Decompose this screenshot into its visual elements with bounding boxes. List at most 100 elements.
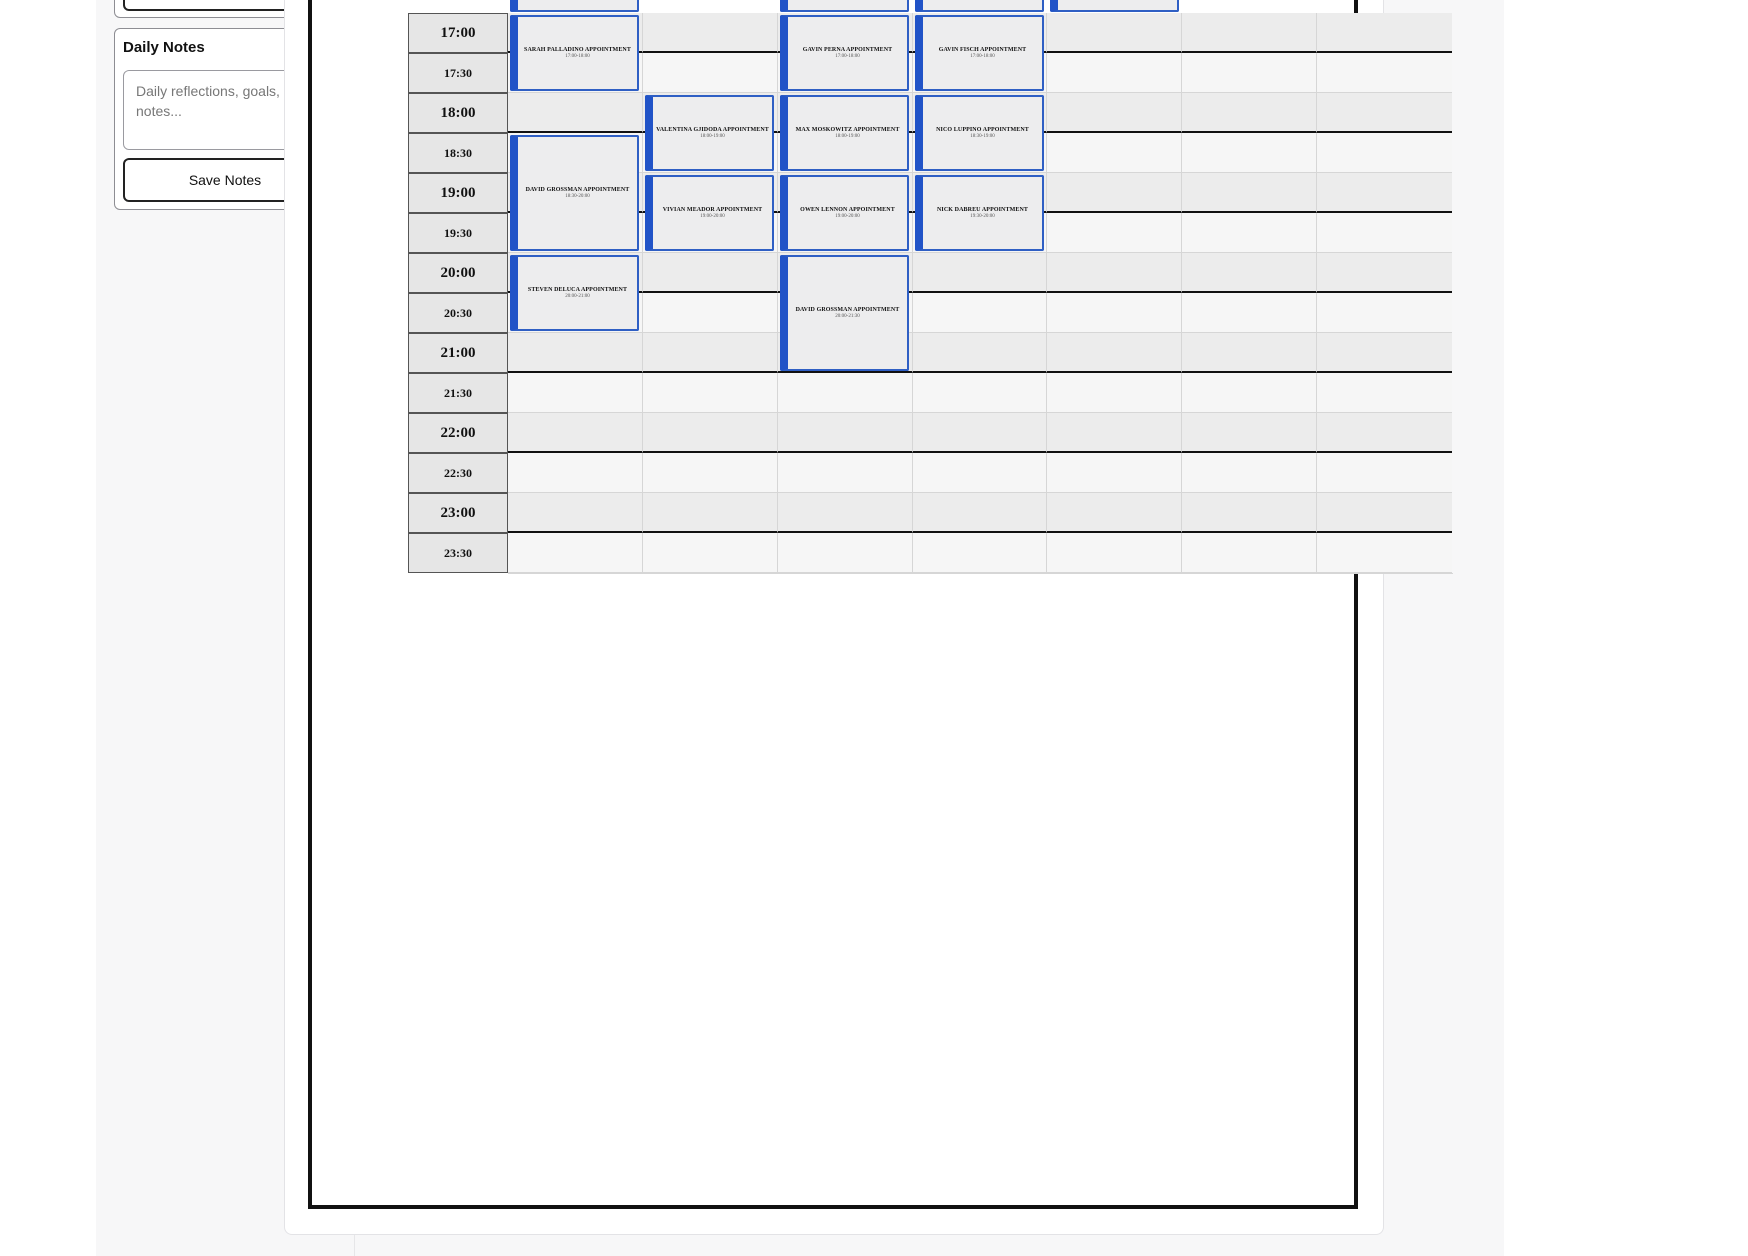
appointment-time: 18:00-19:00 <box>835 133 860 139</box>
appointment-event[interactable]: GAVIN FISCH APPOINTMENT 17:00-18:00 <box>915 15 1044 91</box>
time-row: 23:00 <box>408 493 1453 533</box>
calendar-slot[interactable] <box>507 453 643 493</box>
calendar-slot[interactable] <box>642 13 778 53</box>
appointment-event[interactable]: GAVIN PERNA APPOINTMENT 17:00-18:00 <box>780 15 909 91</box>
calendar-slot[interactable] <box>1317 493 1453 533</box>
appointment-event[interactable]: DAVID GROSSMAN APPOINTMENT 18:30-20:00 <box>510 135 639 251</box>
calendar-slot[interactable] <box>1182 413 1318 453</box>
calendar-slot[interactable] <box>642 53 778 93</box>
calendar-slot[interactable] <box>912 493 1048 533</box>
calendar-slot[interactable] <box>1182 173 1318 213</box>
calendar-slot[interactable] <box>777 373 913 413</box>
appointment-title: VALENTINA GJIDODA APPOINTMENT <box>656 126 769 133</box>
calendar-slot[interactable] <box>1047 373 1183 413</box>
calendar-slot[interactable] <box>1182 493 1318 533</box>
calendar-slot[interactable] <box>1047 413 1183 453</box>
calendar-slot[interactable] <box>777 453 913 493</box>
calendar-slot[interactable] <box>1317 93 1453 133</box>
appointment-event-partial[interactable] <box>1050 0 1179 12</box>
appointment-title: MAX MOSKOWITZ APPOINTMENT <box>795 126 900 133</box>
calendar-slot[interactable] <box>912 373 1048 413</box>
calendar-slot[interactable] <box>777 413 913 453</box>
calendar-slot[interactable] <box>642 293 778 333</box>
calendar-slot[interactable] <box>1317 213 1453 253</box>
appointment-time: 19:00-20:00 <box>700 213 725 219</box>
calendar-slot[interactable] <box>507 533 643 573</box>
calendar-slot[interactable] <box>1047 493 1183 533</box>
appointment-event-partial[interactable] <box>780 0 909 12</box>
appointment-event[interactable]: VIVIAN MEADOR APPOINTMENT 19:00-20:00 <box>645 175 774 251</box>
calendar-slot[interactable] <box>1317 333 1453 373</box>
calendar-slot[interactable] <box>1317 173 1453 213</box>
calendar-slot[interactable] <box>1317 13 1453 53</box>
calendar-slot[interactable] <box>642 373 778 413</box>
time-label: 18:00 <box>408 93 508 133</box>
calendar-slot[interactable] <box>1182 53 1318 93</box>
calendar-slot[interactable] <box>1182 293 1318 333</box>
calendar-slot[interactable] <box>1047 453 1183 493</box>
calendar-slot[interactable] <box>1182 333 1318 373</box>
calendar-slot[interactable] <box>507 93 643 133</box>
calendar-slot[interactable] <box>1047 293 1183 333</box>
calendar-slot[interactable] <box>1182 373 1318 413</box>
calendar-slot[interactable] <box>1317 293 1453 333</box>
calendar-slot[interactable] <box>642 333 778 373</box>
calendar-slot[interactable] <box>1182 93 1318 133</box>
appointment-title: DAVID GROSSMAN APPOINTMENT <box>525 186 630 193</box>
calendar-slot[interactable] <box>912 533 1048 573</box>
calendar-slot[interactable] <box>1182 253 1318 293</box>
calendar-slot[interactable] <box>1047 173 1183 213</box>
calendar-slot[interactable] <box>1182 213 1318 253</box>
calendar-slot[interactable] <box>912 333 1048 373</box>
appointment-event-partial[interactable] <box>510 0 639 12</box>
time-label: 19:30 <box>408 213 508 253</box>
calendar-slot[interactable] <box>642 533 778 573</box>
calendar-slot[interactable] <box>1047 93 1183 133</box>
calendar-slot[interactable] <box>1317 133 1453 173</box>
calendar-slot[interactable] <box>1317 413 1453 453</box>
appointment-event[interactable]: NICO LUPPINO APPOINTMENT 18:30-19:00 <box>915 95 1044 171</box>
calendar-slot[interactable] <box>642 413 778 453</box>
appointment-event[interactable]: SARAH PALLADINO APPOINTMENT 17:00-18:00 <box>510 15 639 91</box>
calendar-slot[interactable] <box>1317 533 1453 573</box>
calendar-slot[interactable] <box>1317 53 1453 93</box>
appointment-title: GAVIN FISCH APPOINTMENT <box>938 46 1027 53</box>
calendar-slot[interactable] <box>1047 13 1183 53</box>
time-label: 20:00 <box>408 253 508 293</box>
calendar-slot[interactable] <box>777 493 913 533</box>
calendar-slot[interactable] <box>912 293 1048 333</box>
calendar-slot[interactable] <box>1047 253 1183 293</box>
calendar-slot[interactable] <box>507 333 643 373</box>
calendar-slot[interactable] <box>642 253 778 293</box>
calendar-slot[interactable] <box>912 453 1048 493</box>
calendar-slot[interactable] <box>642 493 778 533</box>
calendar-slot[interactable] <box>507 493 643 533</box>
appointment-event-partial[interactable] <box>915 0 1044 12</box>
appointment-event[interactable]: NICK DABREU APPOINTMENT 19:30-20:00 <box>915 175 1044 251</box>
calendar-slot[interactable] <box>1182 133 1318 173</box>
calendar-slot[interactable] <box>912 253 1048 293</box>
appointment-time: 18:30-19:00 <box>970 133 995 139</box>
calendar-slot[interactable] <box>642 453 778 493</box>
calendar-slot[interactable] <box>912 413 1048 453</box>
calendar-slot[interactable] <box>1047 533 1183 573</box>
calendar-slot[interactable] <box>507 413 643 453</box>
appointment-event[interactable]: VALENTINA GJIDODA APPOINTMENT 18:00-19:00 <box>645 95 774 171</box>
appointment-event[interactable]: OWEN LENNON APPOINTMENT 19:00-20:00 <box>780 175 909 251</box>
calendar-slot[interactable] <box>1317 453 1453 493</box>
appointment-event[interactable]: MAX MOSKOWITZ APPOINTMENT 18:00-19:00 <box>780 95 909 171</box>
calendar-slot[interactable] <box>1047 53 1183 93</box>
time-row: 22:00 <box>408 413 1453 453</box>
calendar-slot[interactable] <box>1182 453 1318 493</box>
calendar-slot[interactable] <box>777 533 913 573</box>
appointment-event[interactable]: DAVID GROSSMAN APPOINTMENT 20:00-21:30 <box>780 255 909 371</box>
calendar-slot[interactable] <box>1317 373 1453 413</box>
calendar-slot[interactable] <box>1047 333 1183 373</box>
calendar-slot[interactable] <box>1182 13 1318 53</box>
calendar-slot[interactable] <box>507 373 643 413</box>
calendar-slot[interactable] <box>1047 133 1183 173</box>
calendar-slot[interactable] <box>1182 533 1318 573</box>
calendar-slot[interactable] <box>1047 213 1183 253</box>
calendar-slot[interactable] <box>1317 253 1453 293</box>
appointment-event[interactable]: STEVEN DELUCA APPOINTMENT 20:00-21:00 <box>510 255 639 331</box>
